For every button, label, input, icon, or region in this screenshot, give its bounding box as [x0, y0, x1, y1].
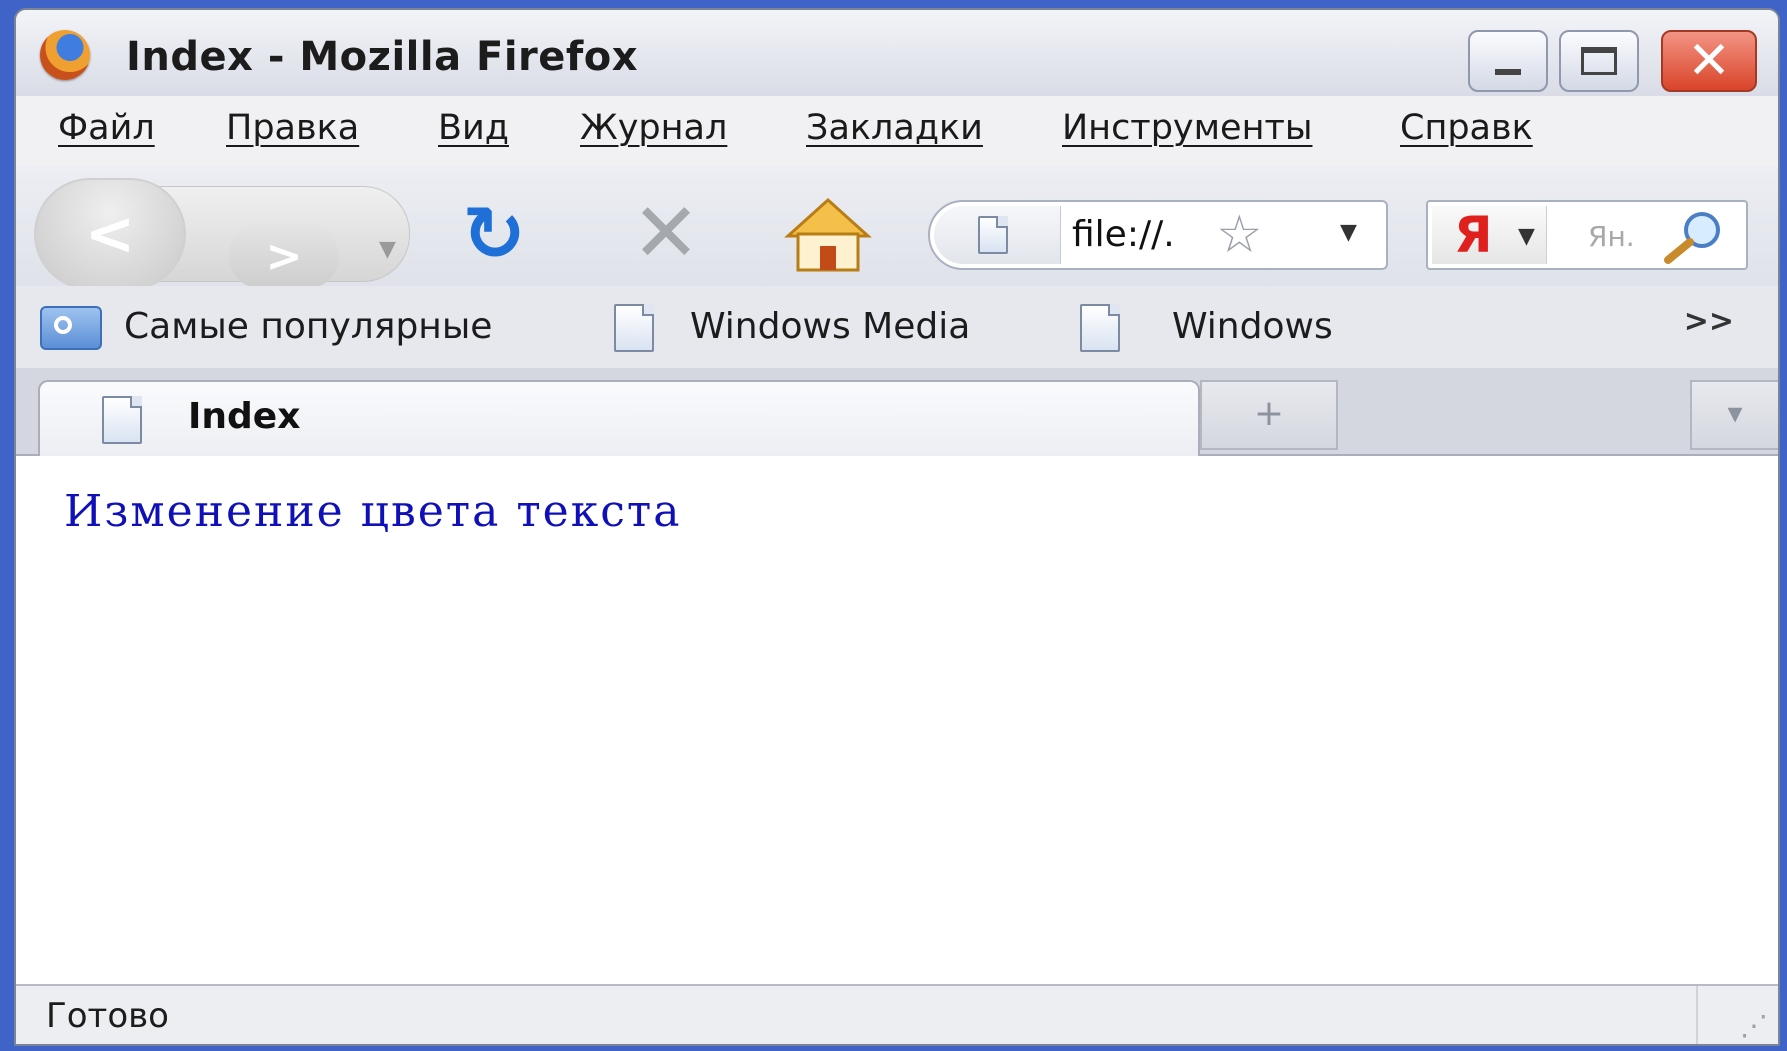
- chevron-down-icon: ▾: [1727, 396, 1743, 431]
- history-dropdown-icon[interactable]: ▼: [379, 237, 396, 262]
- forward-button[interactable]: >: [229, 223, 339, 289]
- bookmark-windows-media[interactable]: Windows Media: [614, 300, 1034, 352]
- menu-bar: Файл Правка Вид Журнал Закладки Инструме…: [16, 96, 1778, 167]
- new-tab-button[interactable]: +: [1200, 380, 1338, 450]
- yandex-logo: Я: [1454, 206, 1493, 264]
- firefox-logo-icon: [40, 30, 90, 80]
- url-text: file://.: [1072, 214, 1175, 255]
- resize-grip[interactable]: [1696, 986, 1778, 1044]
- browser-window: Index - Mozilla Firefox ✕ Файл Правка Ви…: [14, 8, 1780, 1046]
- window-title: Index - Mozilla Firefox: [126, 34, 639, 80]
- menu-help[interactable]: Справк: [1400, 108, 1533, 148]
- plus-icon: +: [1253, 393, 1285, 434]
- title-bar: Index - Mozilla Firefox ✕: [16, 10, 1778, 97]
- bookmark-label: Windows: [1172, 306, 1333, 347]
- page-icon: [978, 216, 1008, 254]
- close-button[interactable]: ✕: [1661, 30, 1757, 92]
- menu-view[interactable]: Вид: [438, 108, 509, 148]
- smart-folder-icon: [40, 306, 102, 350]
- menu-bookmarks[interactable]: Закладки: [806, 108, 983, 148]
- close-icon: ✕: [1687, 31, 1731, 91]
- search-engine-button[interactable]: Я ▼: [1432, 206, 1547, 264]
- status-bar: Готово: [16, 984, 1778, 1044]
- forward-arrow-icon: >: [265, 230, 303, 282]
- site-identity-button[interactable]: [934, 206, 1061, 264]
- navigation-toolbar: > ▼ < ↻ ✕ file://. ☆ ▼ Я ▼ Ян.: [16, 166, 1778, 290]
- search-input[interactable]: Ян.: [1588, 220, 1635, 253]
- search-bar[interactable]: Я ▼ Ян.: [1426, 200, 1748, 270]
- bookmarks-overflow-button[interactable]: >>: [1684, 304, 1734, 339]
- stop-button[interactable]: ✕: [626, 193, 706, 275]
- search-icon[interactable]: [1658, 208, 1728, 264]
- status-text: Готово: [46, 996, 169, 1036]
- tab-index[interactable]: Index: [38, 380, 1200, 456]
- back-button[interactable]: <: [34, 178, 186, 290]
- maximize-icon: [1581, 47, 1617, 75]
- menu-history[interactable]: Журнал: [580, 108, 727, 148]
- url-bar[interactable]: file://. ☆ ▼: [928, 200, 1388, 270]
- menu-file[interactable]: Файл: [58, 108, 155, 148]
- colored-text: Изменение цвета текста: [64, 486, 682, 537]
- bookmark-windows[interactable]: Windows: [1080, 300, 1380, 352]
- page-icon: [614, 304, 654, 352]
- minimize-icon: [1495, 69, 1521, 75]
- tab-strip: Index + ▾: [16, 368, 1778, 456]
- page-icon: [102, 396, 142, 444]
- bookmark-star-icon[interactable]: ☆: [1216, 206, 1263, 264]
- url-dropdown-icon[interactable]: ▼: [1340, 220, 1357, 245]
- bookmark-label: Самые популярные: [124, 306, 493, 347]
- reload-button[interactable]: ↻: [458, 196, 530, 272]
- menu-edit[interactable]: Правка: [226, 108, 359, 148]
- page-content: Изменение цвета текста: [16, 456, 1778, 984]
- tab-label: Index: [188, 396, 301, 437]
- minimize-button[interactable]: [1468, 30, 1548, 92]
- bookmark-most-visited[interactable]: Самые популярные: [40, 300, 540, 352]
- bookmark-label: Windows Media: [690, 306, 971, 347]
- tab-list-button[interactable]: ▾: [1690, 380, 1778, 450]
- search-engine-dropdown-icon: ▼: [1518, 224, 1535, 249]
- back-arrow-icon: <: [84, 199, 136, 269]
- menu-tools[interactable]: Инструменты: [1062, 108, 1312, 148]
- home-icon[interactable]: [782, 196, 874, 276]
- maximize-button[interactable]: [1559, 30, 1639, 92]
- bookmarks-toolbar: Самые популярные Windows Media Windows >…: [16, 286, 1778, 369]
- page-icon: [1080, 304, 1120, 352]
